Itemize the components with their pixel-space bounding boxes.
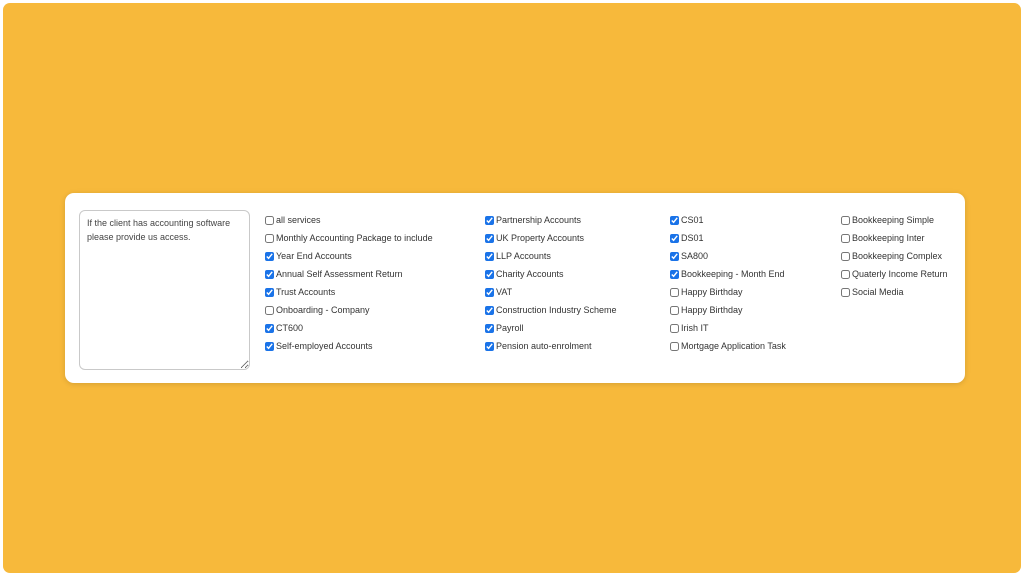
services-card: If the client has accounting software pl… bbox=[65, 193, 965, 383]
service-label: Partnership Accounts bbox=[496, 215, 582, 225]
service-option-trust-accounts[interactable]: Trust Accounts bbox=[265, 283, 433, 301]
service-checkbox[interactable] bbox=[670, 215, 679, 225]
service-option-partnership-accounts[interactable]: Partnership Accounts bbox=[485, 211, 617, 229]
services-column-2: Partnership Accounts UK Property Account… bbox=[485, 211, 617, 355]
service-option-bookkeeping-complex[interactable]: Bookkeeping Complex bbox=[841, 247, 948, 265]
service-label: CT600 bbox=[276, 323, 304, 333]
services-column-1: all services Monthly Accounting Package … bbox=[265, 211, 433, 355]
service-option-payroll[interactable]: Payroll bbox=[485, 319, 617, 337]
service-label: Bookkeeping Inter bbox=[852, 233, 925, 243]
service-label: Trust Accounts bbox=[276, 287, 336, 297]
service-option-self-employed-accounts[interactable]: Self-employed Accounts bbox=[265, 337, 433, 355]
service-option-sa800[interactable]: SA800 bbox=[670, 247, 786, 265]
service-label: Social Media bbox=[852, 287, 904, 297]
service-option-year-end-accounts[interactable]: Year End Accounts bbox=[265, 247, 433, 265]
service-option-bookkeeping-month-end[interactable]: Bookkeeping - Month End bbox=[670, 265, 786, 283]
service-label: Happy Birthday bbox=[681, 287, 743, 297]
service-option-onboarding-company[interactable]: Onboarding - Company bbox=[265, 301, 433, 319]
service-checkbox[interactable] bbox=[485, 269, 494, 279]
service-checkbox[interactable] bbox=[670, 341, 679, 351]
service-label: Onboarding - Company bbox=[276, 305, 370, 315]
service-checkbox[interactable] bbox=[485, 323, 494, 333]
service-label: Pension auto-enrolment bbox=[496, 341, 592, 351]
service-option-quaterly-income-return[interactable]: Quaterly Income Return bbox=[841, 265, 948, 283]
service-label: VAT bbox=[496, 287, 513, 297]
service-checkbox[interactable] bbox=[265, 269, 274, 279]
service-label: Irish IT bbox=[681, 323, 709, 333]
service-label: Self-employed Accounts bbox=[276, 341, 373, 351]
service-option-bookkeeping-inter[interactable]: Bookkeeping Inter bbox=[841, 229, 948, 247]
service-label: Happy Birthday bbox=[681, 305, 743, 315]
service-label: CS01 bbox=[681, 215, 704, 225]
service-label: all services bbox=[276, 215, 321, 225]
service-checkbox[interactable] bbox=[841, 215, 850, 225]
service-option-annual-self-assessment-return[interactable]: Annual Self Assessment Return bbox=[265, 265, 433, 283]
service-label: UK Property Accounts bbox=[496, 233, 585, 243]
service-option-happy-birthday-2[interactable]: Happy Birthday bbox=[670, 301, 786, 319]
service-label: Mortgage Application Task bbox=[681, 341, 786, 351]
service-checkbox[interactable] bbox=[265, 341, 274, 351]
service-checkbox[interactable] bbox=[265, 323, 274, 333]
service-option-happy-birthday[interactable]: Happy Birthday bbox=[670, 283, 786, 301]
services-column-4: Bookkeeping Simple Bookkeeping Inter Boo… bbox=[841, 211, 948, 301]
service-checkbox[interactable] bbox=[841, 251, 850, 261]
notes-textarea[interactable]: If the client has accounting software pl… bbox=[79, 210, 250, 370]
service-checkbox[interactable] bbox=[265, 287, 274, 297]
service-label: Quaterly Income Return bbox=[852, 269, 948, 279]
service-option-vat[interactable]: VAT bbox=[485, 283, 617, 301]
service-label: DS01 bbox=[681, 233, 704, 243]
service-checkbox[interactable] bbox=[485, 215, 494, 225]
service-label: Bookkeeping Simple bbox=[852, 215, 935, 225]
service-checkbox[interactable] bbox=[485, 341, 494, 351]
service-checkbox[interactable] bbox=[670, 251, 679, 261]
service-label: LLP Accounts bbox=[496, 251, 551, 261]
service-checkbox[interactable] bbox=[841, 269, 850, 279]
service-option-pension-auto-enrolment[interactable]: Pension auto-enrolment bbox=[485, 337, 617, 355]
service-option-construction-industry-scheme[interactable]: Construction Industry Scheme bbox=[485, 301, 617, 319]
service-option-ds01[interactable]: DS01 bbox=[670, 229, 786, 247]
service-checkbox[interactable] bbox=[670, 305, 679, 315]
service-checkbox[interactable] bbox=[670, 233, 679, 243]
service-label: Construction Industry Scheme bbox=[496, 305, 617, 315]
service-option-bookkeeping-simple[interactable]: Bookkeeping Simple bbox=[841, 211, 948, 229]
service-checkbox[interactable] bbox=[670, 323, 679, 333]
service-label: Charity Accounts bbox=[496, 269, 564, 279]
services-column-3: CS01 DS01 SA800 Bookkeeping - Month End … bbox=[670, 211, 786, 355]
service-checkbox[interactable] bbox=[841, 287, 850, 297]
service-label: Bookkeeping Complex bbox=[852, 251, 943, 261]
service-option-social-media[interactable]: Social Media bbox=[841, 283, 948, 301]
service-label: Monthly Accounting Package to include bbox=[276, 233, 433, 243]
service-label: Payroll bbox=[496, 323, 524, 333]
service-option-ct600[interactable]: CT600 bbox=[265, 319, 433, 337]
service-checkbox[interactable] bbox=[670, 287, 679, 297]
service-option-mortgage-application-task[interactable]: Mortgage Application Task bbox=[670, 337, 786, 355]
service-checkbox[interactable] bbox=[670, 269, 679, 279]
service-option-charity-accounts[interactable]: Charity Accounts bbox=[485, 265, 617, 283]
service-option-monthly-accounting-package[interactable]: Monthly Accounting Package to include bbox=[265, 229, 433, 247]
service-checkbox[interactable] bbox=[841, 233, 850, 243]
service-option-cs01[interactable]: CS01 bbox=[670, 211, 786, 229]
service-checkbox[interactable] bbox=[485, 233, 494, 243]
service-label: SA800 bbox=[681, 251, 709, 261]
service-label: Year End Accounts bbox=[276, 251, 352, 261]
service-option-all-services[interactable]: all services bbox=[265, 211, 433, 229]
service-label: Annual Self Assessment Return bbox=[276, 269, 403, 279]
service-option-llp-accounts[interactable]: LLP Accounts bbox=[485, 247, 617, 265]
service-option-irish-it[interactable]: Irish IT bbox=[670, 319, 786, 337]
service-checkbox[interactable] bbox=[485, 305, 494, 315]
service-checkbox[interactable] bbox=[265, 233, 274, 243]
service-label: Bookkeeping - Month End bbox=[681, 269, 785, 279]
service-checkbox[interactable] bbox=[265, 215, 274, 225]
service-checkbox[interactable] bbox=[265, 251, 274, 261]
service-checkbox[interactable] bbox=[265, 305, 274, 315]
service-option-uk-property-accounts[interactable]: UK Property Accounts bbox=[485, 229, 617, 247]
service-checkbox[interactable] bbox=[485, 287, 494, 297]
app-background: If the client has accounting software pl… bbox=[3, 3, 1021, 573]
service-checkbox[interactable] bbox=[485, 251, 494, 261]
